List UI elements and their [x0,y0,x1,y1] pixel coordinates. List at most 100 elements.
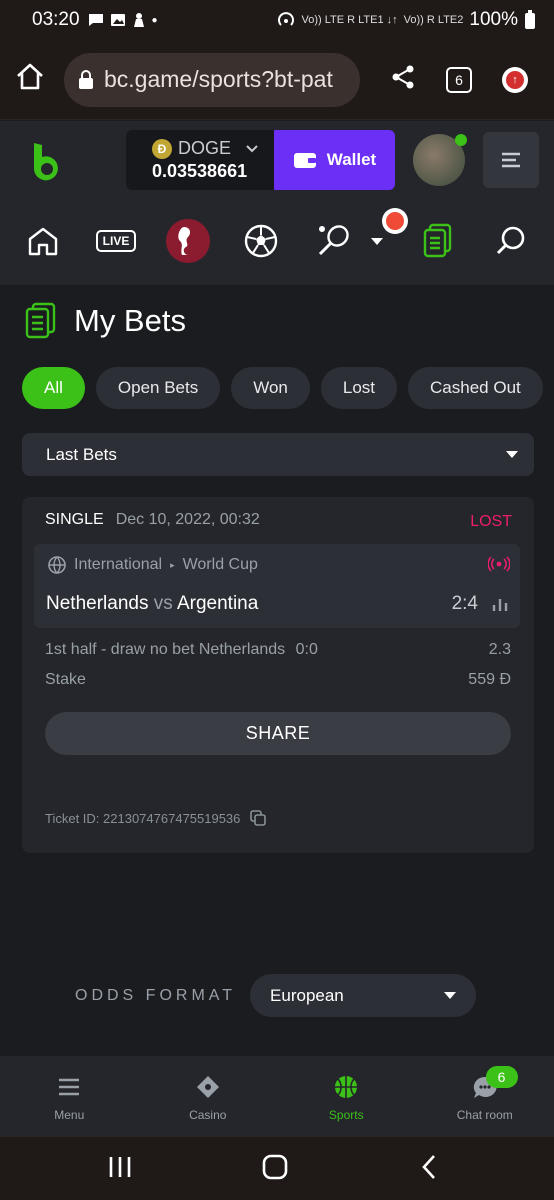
wallet-icon [293,153,316,168]
bet-filters: All Open Bets Won Lost Cashed Out [22,367,554,409]
bet-odds: 2.3 [488,641,511,658]
tab-chat-label: Chat room [456,1108,513,1122]
hotspot-icon [278,12,295,26]
league-category: International [74,556,163,573]
market-row: 1st half - draw no bet Netherlands 0:0 2… [45,641,511,659]
doge-coin-icon: Đ [152,138,172,159]
search-icon[interactable] [489,219,533,263]
tabs-count-button[interactable]: 6 [446,66,472,93]
live-label: LIVE [95,230,137,252]
connectivity-icons: Vo)) LTE R LTE1 ↓↑ Vo)) R LTE2 100% [277,9,536,31]
update-icon[interactable]: ↑ [502,66,528,93]
notification-icons: ● [88,12,158,28]
status-bar: 03:20 ● Vo)) LTE R LTE1 ↓↑ Vo)) R LTE2 1… [0,0,554,40]
bottom-tab-bar: Menu Casino Sports Chat room 6 [0,1056,554,1136]
url-text: bc.game/sports?bt-pat [104,66,333,92]
market-score: 0:0 [295,641,318,658]
share-button[interactable]: SHARE [45,712,511,755]
fire-icon [382,208,408,234]
menu-icon [58,1074,80,1100]
period-select-value: Last Bets [46,444,117,464]
match-score: 2:4 [451,593,478,614]
bet-card: SINGLE Dec 10, 2022, 00:32 LOST Internat… [22,497,534,853]
sports-home-icon[interactable] [21,219,65,263]
status-badge: LOST [470,513,512,530]
home-icon[interactable] [14,61,46,98]
soccer-icon[interactable] [239,219,283,263]
avatar[interactable] [413,134,467,186]
tab-menu-label: Menu [54,1108,85,1122]
tab-casino-label: Casino [189,1108,227,1122]
tab-chat-room[interactable]: Chat room 6 [416,1056,554,1136]
site-header: Đ DOGE 0.03538661 Wallet [0,121,554,199]
status-time: 03:20 [32,9,80,30]
lock-icon [79,69,93,89]
filter-won[interactable]: Won [231,367,310,409]
balance-amount: 0.03538661 [152,161,248,181]
android-navigation-bar [0,1136,554,1200]
recent-apps-icon[interactable] [108,1155,132,1184]
my-bets-icon[interactable] [416,219,460,263]
filter-cashed-out[interactable]: Cashed Out [408,367,543,409]
wallet-button[interactable]: Wallet [274,130,395,190]
stake-amount: 559 Đ [468,671,511,688]
tab-menu[interactable]: Menu [0,1056,139,1136]
live-broadcast-icon [487,556,511,577]
league-tournament: World Cup [182,556,258,573]
tab-sports[interactable]: Sports [277,1056,416,1136]
bc-logo-icon[interactable] [28,141,66,181]
filter-lost[interactable]: Lost [320,367,398,409]
filter-all[interactable]: All [22,367,85,409]
vs-label: vs [153,593,173,614]
odds-format: ODDS FORMAT European [75,974,477,1017]
page-title: My Bets [24,302,186,340]
network-2: Vo)) R LTE2 [403,14,464,26]
address-bar[interactable]: bc.game/sports?bt-pat [64,52,360,107]
menu-icon [502,152,520,168]
home-team: Netherlands [46,593,149,614]
match-info[interactable]: International ▸ World Cup Netherlands vs… [34,544,520,628]
caret-down-icon [506,451,518,458]
bet-date: Dec 10, 2022, 00:32 [115,511,260,528]
live-icon[interactable]: LIVE [93,219,139,263]
copy-icon[interactable] [250,810,267,826]
odds-format-select[interactable]: European [250,974,477,1017]
browser-toolbar: bc.game/sports?bt-pat 6 ↑ [0,40,554,120]
ticket-id: Ticket ID: 221307476747551953​6 [45,810,241,826]
away-team: Argentina [176,593,259,614]
tennis-icon[interactable] [312,219,356,263]
wallet-label: Wallet [326,150,377,169]
period-select[interactable]: Last Bets [22,433,534,476]
home-button-icon[interactable] [262,1154,288,1185]
page-title-text: My Bets [74,303,186,338]
share-icon[interactable] [390,64,416,95]
caret-down-icon [444,992,457,999]
back-icon[interactable] [420,1154,438,1185]
tab-sports-label: Sports [328,1108,364,1122]
sports-nav: LIVE [0,199,554,285]
bet-type: SINGLE [45,511,104,528]
hamburger-menu-button[interactable] [483,132,539,188]
chevron-down-icon [246,144,258,152]
currency-label: DOGE [178,138,232,158]
stake-row: Stake 559 Đ [45,671,511,689]
ticket-row: Ticket ID: 221307476747551953​6 [45,810,267,826]
breadcrumb-arrow-icon: ▸ [170,559,175,570]
market-name: 1st half - draw no bet Netherlands [45,641,286,658]
chat-count-badge: 6 [485,1066,518,1088]
filter-open-bets[interactable]: Open Bets [95,367,221,409]
battery-level: 100% [469,9,518,30]
odds-format-label: ODDS FORMAT [75,986,237,1004]
bets-icon [25,302,56,339]
world-cup-icon[interactable] [166,219,210,263]
tab-casino[interactable]: Casino [139,1056,278,1136]
casino-icon [195,1074,221,1100]
balance-box[interactable]: Đ DOGE 0.03538661 [126,130,274,190]
basketball-icon [333,1074,359,1100]
battery-icon [525,10,535,29]
stats-icon [492,599,508,611]
network-1: Vo)) LTE R LTE1 ↓↑ [301,14,398,26]
odds-format-value: European [270,985,344,1005]
globe-icon [48,556,66,574]
stake-label: Stake [45,671,86,688]
